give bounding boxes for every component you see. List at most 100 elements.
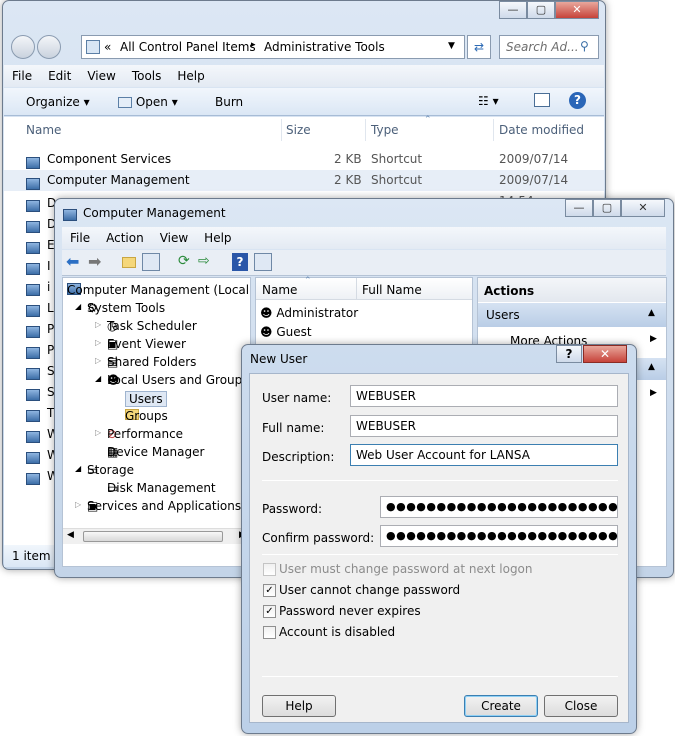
fullname-field[interactable]: WEBUSER [350,415,618,437]
maximize-button[interactable]: ▢ [593,199,621,217]
file-row[interactable]: Component Services 2 KB Shortcut 2009/07… [4,149,604,187]
column-date[interactable]: Date modified [499,123,584,137]
list-header: Name ⌃ Full Name [256,276,472,300]
description-field[interactable]: Web User Account for LANSA [350,444,618,466]
cannot-change-password-checkbox[interactable]: ✓ [263,584,276,597]
file-row-partial[interactable]: L [47,301,54,315]
scroll-left-icon[interactable]: ◀ [67,530,74,540]
help-icon[interactable]: ? [232,253,248,271]
address-bar[interactable]: « All Control Panel Items ▸ Administrati… [81,35,465,59]
collapse-icon[interactable]: ◢ [75,464,81,473]
column-size[interactable]: Size [286,123,311,137]
organize-button[interactable]: Organize ▾ [26,95,90,109]
menu-help[interactable]: Help [196,227,239,249]
shortcut-icon [26,387,40,401]
open-button[interactable]: Open ▾ [118,95,178,109]
show-hide-tree-icon[interactable] [142,253,160,271]
help-button[interactable]: Help [262,695,336,717]
collapse-up-icon[interactable]: ▲ [648,308,655,318]
menu-file[interactable]: File [62,227,98,249]
forward-arrow-icon[interactable]: ➡ [88,252,101,271]
column-divider [365,119,366,141]
account-disabled-label: Account is disabled [279,625,396,639]
burn-button[interactable]: Burn [215,95,243,109]
dialog-help-button[interactable]: ? [556,345,582,363]
views-icon[interactable]: ☷ ▾ [478,94,499,108]
tree-horizontal-scrollbar[interactable]: ◀ ▶ [63,528,250,544]
menu-view[interactable]: View [79,65,123,87]
address-segment-1[interactable]: All Control Panel Items [120,40,256,54]
account-disabled-checkbox[interactable] [263,626,276,639]
back-arrow-icon[interactable]: ⬅ [66,252,79,271]
password-never-expires-checkbox[interactable]: ✓ [263,605,276,618]
user-row[interactable]: ☻ Administrator [260,306,358,320]
refresh-icon[interactable]: ⟳ [178,253,190,269]
address-segment-2[interactable]: Administrative Tools [264,40,385,54]
column-divider [281,119,282,141]
forward-button[interactable] [37,35,61,59]
search-input[interactable]: Search Ad... ⚲ [499,35,599,59]
shortcut-icon [26,366,40,380]
actions-header: Actions [478,278,666,302]
up-folder-icon[interactable] [122,255,136,269]
confirm-password-label: Confirm password: [262,531,375,545]
column-name[interactable]: Name [26,123,61,137]
close-button[interactable]: ✕ [621,199,665,217]
cm-toolbar: ⬅ ➡ ⟳ ⇨ ? [62,250,666,276]
menu-tools[interactable]: Tools [124,65,170,87]
chevron-right-icon: ▶ [650,388,657,398]
username-field[interactable]: WEBUSER [350,385,618,407]
scroll-thumb[interactable] [83,531,223,542]
actions-section-users[interactable]: Users ▲ [478,303,666,327]
file-row-selected[interactable]: Computer Management 2 KB Shortcut 2009/0… [4,170,604,208]
expand-icon[interactable]: ▷ [75,500,81,509]
menu-file[interactable]: File [4,65,40,87]
collapse-icon[interactable]: ◢ [95,374,101,383]
file-row-partial[interactable]: I [47,259,51,273]
maximize-button[interactable]: ▢ [527,1,555,19]
export-icon[interactable]: ⇨ [198,253,210,269]
new-user-dialog: New User ? ✕ User name: WEBUSER Full nam… [241,344,637,734]
refresh-button[interactable]: ⇄ [467,35,491,59]
file-row-partial[interactable]: i [47,280,50,294]
column-fullname[interactable]: Full Name [362,283,422,297]
expand-icon[interactable]: ▷ [95,338,101,347]
shortcut-icon [26,429,40,443]
chevron-down-icon[interactable]: ▼ [448,41,455,51]
minimize-button[interactable]: — [499,1,527,19]
preview-pane-icon[interactable] [534,93,550,107]
help-icon[interactable]: ? [569,92,586,109]
shortcut-icon [26,198,40,212]
cm-app-icon [63,207,77,221]
collapse-icon[interactable]: ◢ [75,302,81,311]
close-button[interactable]: Close [544,695,618,717]
minimize-button[interactable]: — [565,199,593,217]
password-field[interactable]: ●●●●●●●●●●●●●●●●●●●●●●● [380,496,618,518]
explorer-menubar: File Edit View Tools Help [4,65,604,87]
dialog-close-button[interactable]: ✕ [583,345,627,363]
back-button[interactable] [11,35,35,59]
create-button[interactable]: Create [464,695,538,717]
column-type[interactable]: Type [371,123,399,137]
menu-edit[interactable]: Edit [40,65,79,87]
user-row[interactable]: ☻ Guest [260,325,312,339]
user-icon: ☻ [260,306,273,320]
search-icon: ⚲ [580,39,589,53]
shortcut-icon [26,219,40,233]
menu-help[interactable]: Help [169,65,212,87]
action-pane-icon[interactable] [254,253,272,271]
expand-icon[interactable]: ▷ [95,320,101,329]
confirm-password-field[interactable]: ●●●●●●●●●●●●●●●●●●●●●●● [380,525,618,547]
chevron-right-icon: ▶ [650,334,657,344]
expand-icon[interactable]: ▷ [95,356,101,365]
expand-icon[interactable]: ▷ [95,428,101,437]
separator [262,676,618,677]
shortcut-icon [26,240,40,254]
column-name[interactable]: Name [262,283,297,297]
menu-view[interactable]: View [152,227,196,249]
menu-action[interactable]: Action [98,227,152,249]
must-change-password-checkbox[interactable] [263,563,276,576]
password-label: Password: [262,502,323,516]
collapse-up-icon[interactable]: ▲ [648,362,655,372]
close-button[interactable]: ✕ [555,1,599,19]
